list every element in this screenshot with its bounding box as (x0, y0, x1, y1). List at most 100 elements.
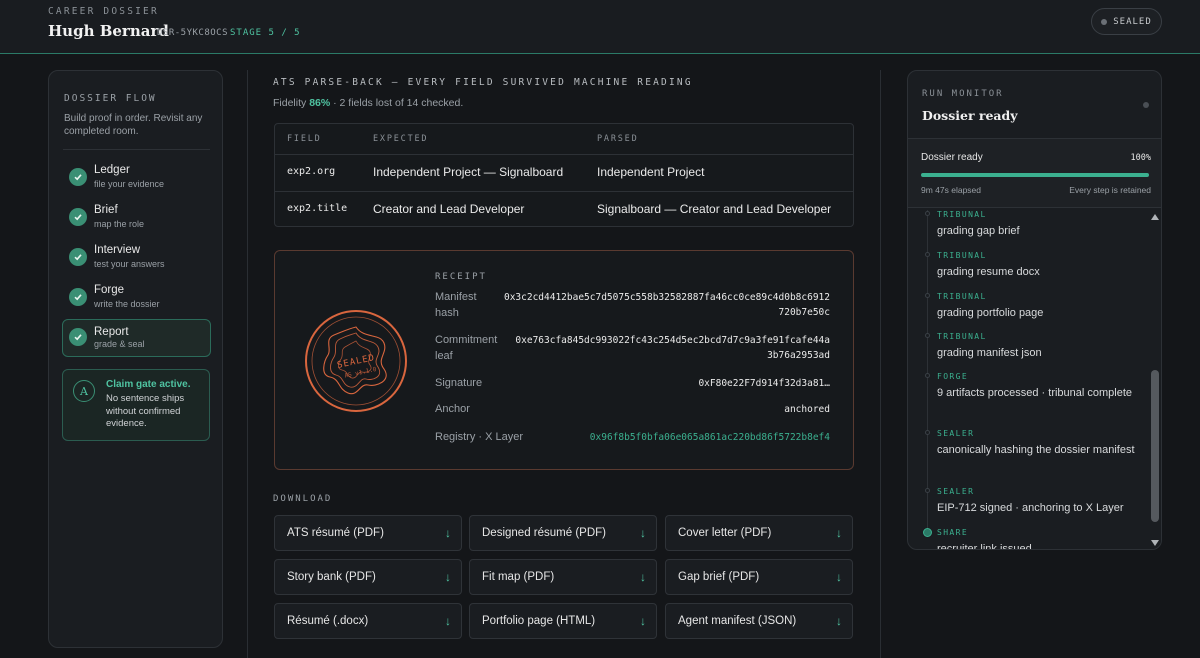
retention-note: Every step is retained (1069, 185, 1151, 195)
sidebar-description: Build proof in order. Revisit any comple… (64, 113, 203, 137)
registry-address-link[interactable]: 0x96f8b5f0bfa06e065a861ac220bd86f5722b8e… (590, 430, 830, 445)
table-cell-field: exp2.title (287, 203, 348, 214)
download-resume-docx-button[interactable]: Résumé (.docx) ↓ (274, 603, 462, 639)
claim-gate-notice: A Claim gate active. No sentence ships w… (62, 369, 210, 441)
check-icon (69, 208, 87, 226)
step-subtitle: test your answers (94, 259, 165, 269)
claim-gate-icon: A (73, 380, 95, 402)
column-header-parsed: PARSED (597, 134, 639, 144)
timeline-line (927, 487, 928, 528)
timeline-node-icon (925, 293, 930, 298)
row-divider (275, 191, 853, 192)
receipt-label-commitment-leaf: Commitment leaf (435, 334, 498, 362)
fidelity-summary: Fidelity 86% · 2 fields lost of 14 check… (273, 97, 463, 109)
step-brief[interactable]: Brief map the role (62, 199, 211, 239)
step-list: Ledger file your evidence Brief map the … (62, 159, 211, 357)
download-arrow-icon: ↓ (836, 526, 842, 540)
step-report[interactable]: Report grade & seal (62, 319, 211, 357)
timeline-node-icon (925, 252, 930, 257)
monitor-title: Dossier ready (922, 108, 1018, 123)
receipt-value-manifest-hash: 0x3c2cd4412bae5c7d5075c558b32582887fa46c… (503, 292, 830, 318)
step-name: Report (94, 326, 129, 338)
event-log-scrollbar[interactable] (1149, 210, 1161, 549)
check-icon (69, 288, 87, 306)
receipt-label-manifest-hash: Manifest hash (435, 291, 477, 319)
download-fit-map-pdf-button[interactable]: Fit map (PDF) ↓ (469, 559, 657, 595)
timeline-node-icon (925, 373, 930, 378)
download-agent-manifest-json-button[interactable]: Agent manifest (JSON) ↓ (665, 603, 853, 639)
table-cell-expected: Creator and Lead Developer (373, 202, 525, 216)
download-portfolio-page-html-button[interactable]: Portfolio page (HTML) ↓ (469, 603, 657, 639)
download-label: ATS résumé (PDF) (287, 527, 384, 539)
download-label: Résumé (.docx) (287, 615, 369, 627)
download-arrow-icon: ↓ (640, 570, 646, 584)
log-text: grading resume docx (937, 266, 1040, 278)
step-ledger[interactable]: Ledger file your evidence (62, 159, 211, 199)
receipt-title: RECEIPT (435, 272, 487, 282)
row-divider (275, 154, 853, 155)
download-story-bank-pdf-button[interactable]: Story bank (PDF) ↓ (274, 559, 462, 595)
run-monitor-panel: RUN MONITOR Dossier ready Dossier ready … (907, 70, 1162, 550)
log-tag: SEALER (937, 429, 975, 438)
step-name: Brief (94, 204, 118, 216)
download-arrow-icon: ↓ (836, 570, 842, 584)
check-icon (69, 248, 87, 266)
log-text: EIP-712 signed · anchoring to X Layer (937, 502, 1124, 514)
receipt-label-anchor: Anchor (435, 403, 470, 415)
timeline-node-icon (925, 430, 930, 435)
sidebar-divider (63, 149, 210, 150)
timeline-line (927, 332, 928, 372)
step-name: Forge (94, 284, 125, 296)
ats-section-title: ATS PARSE-BACK — EVERY FIELD SURVIVED MA… (273, 77, 693, 88)
fidelity-label: Fidelity (273, 97, 307, 109)
step-interview[interactable]: Interview test your answers (62, 239, 211, 279)
table-cell-expected: Independent Project — Signalboard (373, 165, 564, 179)
timeline-line (927, 210, 928, 251)
timeline-node-active-icon (923, 528, 932, 537)
step-subtitle: map the role (94, 219, 145, 229)
download-gap-brief-pdf-button[interactable]: Gap brief (PDF) ↓ (665, 559, 853, 595)
timeline-node-icon (925, 333, 930, 338)
candidate-name: Hugh Bernard (48, 22, 169, 40)
sealed-status-pill: SEALED (1091, 8, 1162, 35)
log-text: 9 artifacts processed · tribunal complet… (937, 387, 1133, 399)
scroll-down-arrow-icon[interactable] (1151, 540, 1159, 546)
header-kicker: CAREER DOSSIER (48, 6, 159, 17)
step-forge[interactable]: Forge write the dossier (62, 279, 211, 319)
progress-section: Dossier ready 100% 9m 47s elapsed Every … (908, 138, 1161, 208)
step-name: Ledger (94, 164, 130, 176)
log-tag: SEALER (937, 487, 975, 496)
scrollbar-thumb[interactable] (1151, 370, 1159, 522)
download-cover-letter-pdf-button[interactable]: Cover letter (PDF) ↓ (665, 515, 853, 551)
download-arrow-icon: ↓ (445, 570, 451, 584)
elapsed-time: 9m 47s elapsed (921, 185, 982, 195)
status-pill-label: SEALED (1113, 16, 1152, 27)
progress-bar (921, 173, 1149, 177)
monitor-kicker: RUN MONITOR (922, 89, 1004, 99)
event-log[interactable]: TRIBUNAL grading gap brief TRIBUNAL grad… (908, 210, 1148, 550)
claim-gate-text: No sentence ships without confirmed evid… (106, 393, 185, 429)
table-cell-parsed: Signalboard — Creator and Lead Developer (597, 202, 832, 216)
fidelity-percent: 86% (309, 97, 331, 109)
download-ats-resume-pdf-button[interactable]: ATS résumé (PDF) ↓ (274, 515, 462, 551)
download-label: Gap brief (PDF) (678, 571, 760, 583)
progress-bar-fill (921, 173, 1149, 177)
monitor-status-dot-icon (1143, 102, 1149, 108)
step-subtitle: grade & seal (94, 339, 145, 349)
timeline-line (927, 292, 928, 333)
download-designed-resume-pdf-button[interactable]: Designed résumé (PDF) ↓ (469, 515, 657, 551)
log-text: recruiter link issued (937, 543, 1032, 550)
download-arrow-icon: ↓ (445, 526, 451, 540)
receipt-value-signature[interactable]: 0xF80e22F7d914f32d3a81… (698, 376, 830, 391)
table-cell-parsed: Independent Project (597, 165, 705, 179)
receipt-value-anchor: anchored (784, 404, 830, 415)
scroll-up-arrow-icon[interactable] (1151, 214, 1159, 220)
progress-status: Dossier ready (921, 152, 983, 163)
log-tag: SHARE (937, 528, 969, 537)
seal-receipt-card: SEALED AS v1.1.0 RECEIPT Manifest hash 0… (274, 250, 854, 470)
log-tag: TRIBUNAL (937, 292, 987, 301)
receipt-label-registry: Registry · X Layer (435, 431, 524, 443)
step-subtitle: write the dossier (94, 299, 160, 309)
timeline-line (927, 372, 928, 429)
step-name: Interview (94, 244, 141, 256)
